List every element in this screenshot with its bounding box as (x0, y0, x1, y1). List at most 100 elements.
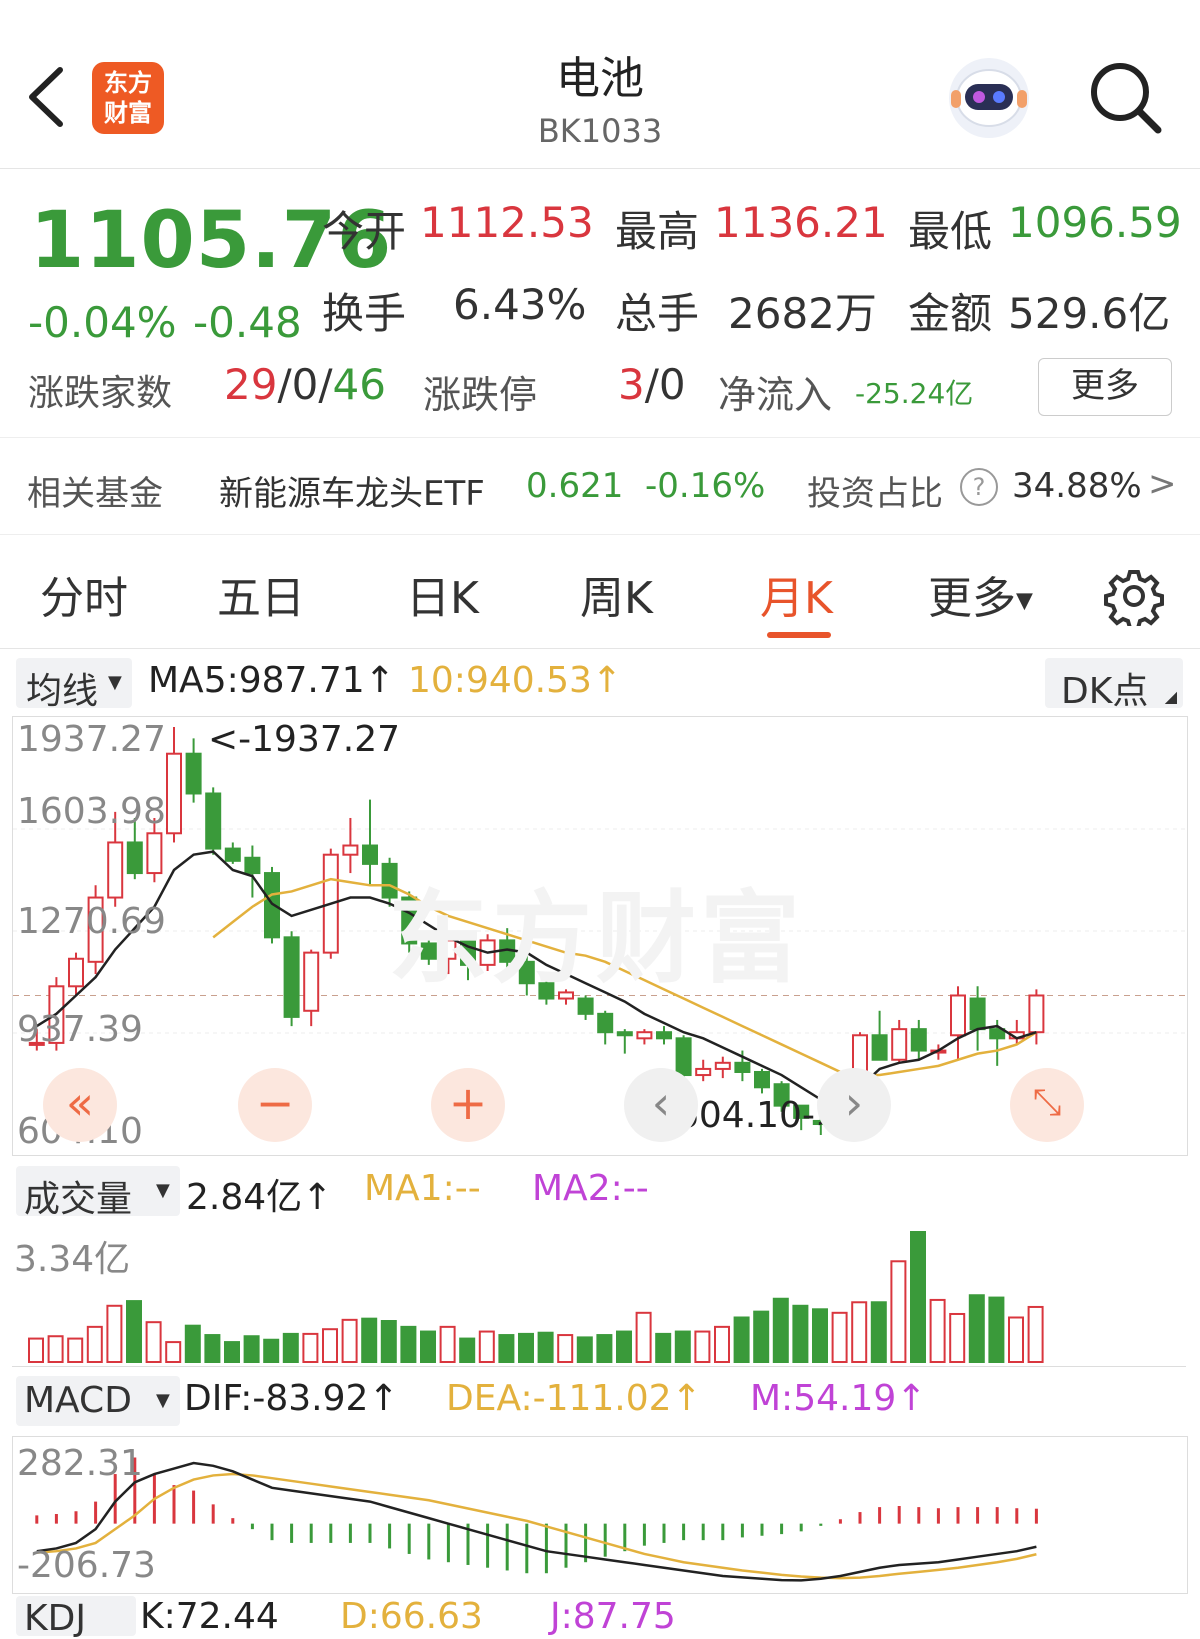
volume-bar (1008, 1316, 1024, 1364)
candle-body (950, 994, 966, 1037)
turnover-value: 6.43% (453, 280, 587, 329)
ma5-value: MA5:987.71↑ (148, 660, 395, 701)
volume-bar (263, 1338, 280, 1364)
candle-body (185, 752, 202, 795)
top-bar: 东方 财富 电池 BK1033 (0, 0, 1200, 169)
volume-bar (792, 1304, 809, 1363)
volume-bar (420, 1330, 436, 1364)
tab-weekly-k[interactable]: 周K (580, 562, 653, 626)
volume-bar (341, 1318, 358, 1363)
macd-dea: DEA:-111.02↑ (446, 1378, 702, 1419)
kdj-d: D:66.63 (340, 1596, 483, 1637)
related-fund-row[interactable]: 相关基金 新能源车龙头ETF 0.621 -0.16% 投资占比 ? 34.88… (0, 437, 1200, 535)
max-note: <-1937.27 (208, 719, 401, 760)
y-label-max: 1937.27 (17, 719, 166, 760)
volume-bar (184, 1324, 201, 1363)
dropdown-triangle-icon: ▼ (156, 1390, 170, 1411)
volume-chart[interactable]: 3.34亿 (12, 1224, 1186, 1367)
tabs-divider (0, 648, 1200, 649)
settings-gear-icon[interactable] (1104, 566, 1164, 630)
candle-body (264, 872, 280, 939)
volume-y-label: 3.34亿 (14, 1239, 131, 1280)
candle-body (734, 1061, 751, 1073)
amount-value: 529.6亿 (1008, 289, 1171, 338)
up-arrow-icon: ↑ (591, 660, 623, 701)
macd-chart[interactable]: 282.31 -206.73 (12, 1436, 1188, 1594)
volume-bar (282, 1332, 299, 1363)
dropdown-triangle-icon: ▼ (1016, 588, 1033, 614)
limit-value: 3/0 (618, 360, 686, 409)
volume-bar (851, 1301, 868, 1363)
tab-monthly-k[interactable]: 月K (760, 562, 833, 626)
volume-bar (870, 1301, 887, 1363)
volume-bar (596, 1334, 613, 1364)
ai-assistant-icon[interactable] (945, 54, 1033, 140)
volume-bar (204, 1334, 221, 1364)
scroll-right-button[interactable]: › (817, 1068, 891, 1142)
vol-ma2: MA2:-- (532, 1168, 649, 1209)
tab-five-day[interactable]: 五日 (217, 562, 305, 626)
inflow-label: 净流入 (718, 373, 833, 417)
candle-body (675, 1037, 692, 1077)
volume-bar (518, 1332, 534, 1363)
volume-bar (733, 1316, 750, 1364)
up-arrow-icon: ↑ (896, 1378, 927, 1419)
active-tab-indicator (767, 632, 831, 638)
change-value: -0.48 (193, 298, 302, 347)
volume-bar (753, 1310, 770, 1363)
ma-indicator-dropdown[interactable]: 均线 ▼ (16, 658, 132, 712)
scroll-left-button[interactable]: ‹ (624, 1068, 698, 1142)
corner-triangle-icon: ◢ (1164, 687, 1177, 706)
volume-value: 2.84亿↑ (186, 1177, 333, 1218)
volume-bar (655, 1332, 672, 1363)
up-arrow-icon: ↑ (368, 1378, 399, 1419)
candle-body (910, 1028, 927, 1052)
volume-bar (714, 1325, 730, 1364)
kline-chart[interactable]: 东方财富 1937.27 1603.98 1270.69 937.39 604.… (12, 716, 1188, 1156)
y-label-3: 1270.69 (17, 901, 166, 942)
limit-label: 涨跌停 (423, 373, 538, 417)
low-label: 最低 (908, 207, 993, 256)
y-label-4: 937.39 (17, 1009, 143, 1050)
zoom-in-button[interactable]: + (431, 1068, 505, 1142)
breadth-label: 涨跌家数 (28, 373, 173, 414)
volume-bar (145, 1321, 162, 1364)
macd-dif: DIF:-83.92↑ (184, 1378, 399, 1419)
volume-indicator-dropdown[interactable]: 成交量 ▼ (16, 1166, 180, 1220)
candle-body (636, 1031, 653, 1040)
chevron-right-icon[interactable]: > (1148, 464, 1177, 504)
expand-icon[interactable]: ⤡ (1010, 1068, 1084, 1142)
candle-body (969, 997, 986, 1031)
candle-body (656, 1031, 672, 1040)
volume-bar (302, 1332, 319, 1363)
candle-body (891, 1028, 908, 1061)
volume-svg (28, 1231, 1044, 1364)
volume-bar (988, 1296, 1005, 1363)
volume-bar (322, 1328, 338, 1363)
ratio-label: 投资占比 (807, 474, 943, 514)
more-quote-button[interactable]: 更多 (1038, 358, 1172, 416)
volume-bar (772, 1297, 789, 1364)
candle-body (1028, 994, 1045, 1034)
candle-body (224, 847, 241, 862)
macd-y-bottom: -206.73 (17, 1545, 156, 1586)
kdj-k: K:72.44 (140, 1596, 279, 1637)
up-arrow-icon: ↑ (302, 1177, 333, 1218)
volume-bar (929, 1298, 946, 1363)
volume-bar (616, 1330, 632, 1364)
dk-point-button[interactable]: DK点 ◢ (1045, 658, 1183, 712)
macd-indicator-dropdown[interactable]: MACD ▼ (16, 1376, 180, 1426)
tab-daily-k[interactable]: 日K (406, 562, 479, 626)
volume-bar (400, 1325, 417, 1364)
tab-intraday[interactable]: 分时 (40, 562, 128, 626)
volume-bar (949, 1312, 966, 1363)
zoom-out-button[interactable]: − (238, 1068, 312, 1142)
help-icon[interactable]: ? (960, 468, 998, 506)
vol-ma1: MA1:-- (364, 1168, 481, 1209)
kdj-indicator-dropdown[interactable]: KDJ (16, 1596, 136, 1639)
volume-bar (498, 1334, 515, 1364)
scroll-left-fast-button[interactable]: « (43, 1068, 117, 1142)
candle-body (166, 752, 182, 835)
tab-more[interactable]: 更多▼ (928, 562, 1033, 626)
search-icon[interactable] (1086, 58, 1166, 138)
